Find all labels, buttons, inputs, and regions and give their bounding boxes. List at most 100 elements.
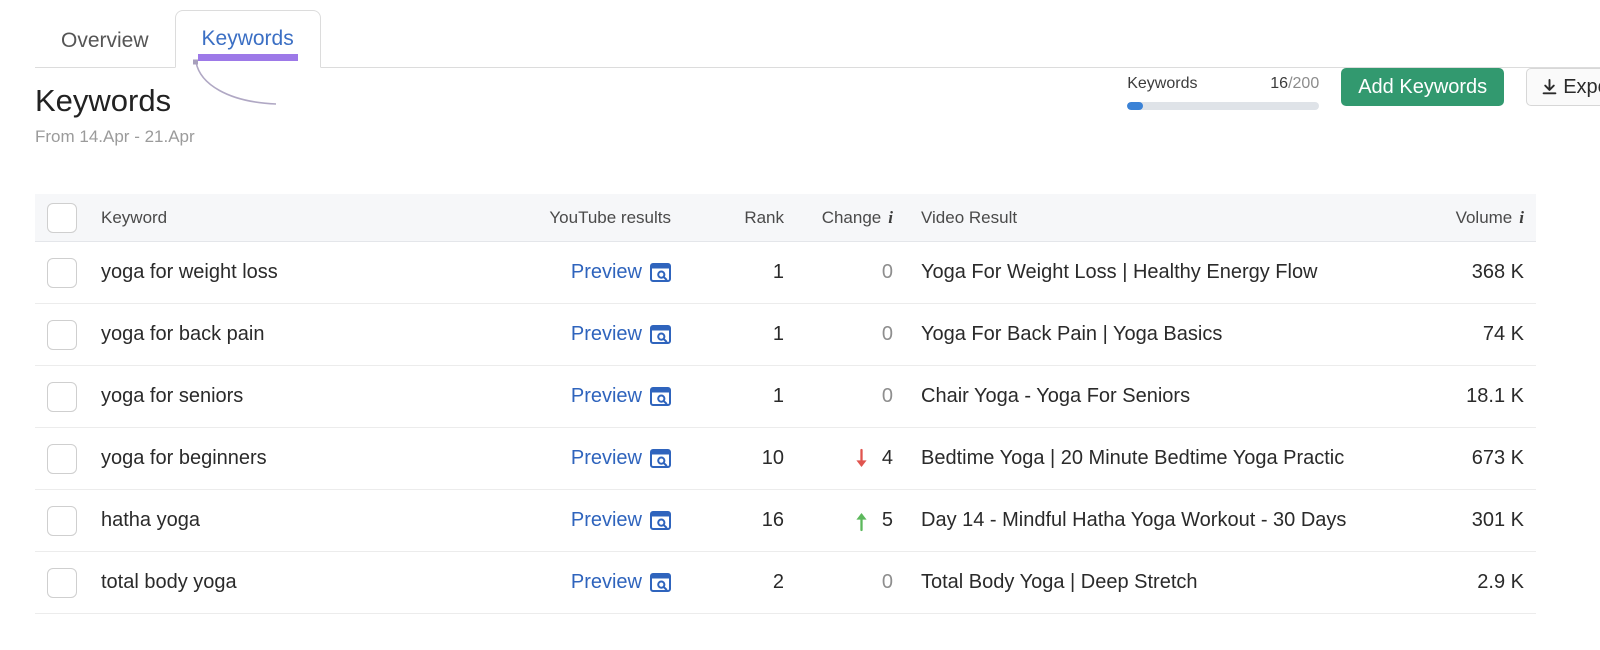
header-video-result-cell[interactable]: Video Result: [899, 208, 1349, 228]
change-value: 0: [881, 261, 893, 283]
page-header: Keywords From 14.Apr - 21.Apr Keywords 1…: [0, 68, 1600, 172]
keywords-table: Keyword YouTube results Rank Change i Vi…: [35, 194, 1536, 614]
row-checkbox[interactable]: [47, 567, 77, 598]
window-search-icon: [650, 573, 671, 592]
row-checkbox[interactable]: [47, 443, 77, 474]
video-result-title: Chair Yoga - Yoga For Seniors: [921, 385, 1191, 407]
row-keyword-cell: yoga for beginners: [101, 447, 516, 470]
preview-label: Preview: [570, 261, 642, 283]
row-volume-cell: 18.1 K: [1349, 385, 1536, 408]
header-keyword-cell[interactable]: Keyword: [101, 208, 516, 228]
header-select-cell: [35, 202, 101, 233]
row-rank-cell: 10: [671, 447, 784, 470]
row-youtube-results-cell: Preview: [516, 261, 671, 284]
keyword-text: yoga for back pain: [101, 323, 265, 345]
table-header-row: Keyword YouTube results Rank Change i Vi…: [35, 194, 1536, 242]
preview-label: Preview: [570, 323, 642, 345]
row-select-cell: [35, 381, 101, 412]
row-select-cell: [35, 257, 101, 288]
row-rank-cell: 2: [671, 571, 784, 594]
preview-link[interactable]: Preview: [571, 323, 671, 346]
table-row[interactable]: total body yoga Preview 2 0 Total Body Y…: [35, 552, 1536, 614]
header-toolbar: Keywords 16/200 Add Keywords Export: [1127, 68, 1600, 110]
window-search-icon: [650, 325, 671, 344]
volume-info-icon[interactable]: i: [1519, 208, 1524, 228]
header-youtube-results-label: YouTube results: [549, 207, 671, 227]
video-result-title: Day 14 - Mindful Hatha Yoga Workout - 30…: [921, 509, 1347, 531]
row-keyword-cell: total body yoga: [101, 571, 516, 594]
volume-value: 368 K: [1471, 261, 1524, 283]
quota-used: 16: [1270, 75, 1289, 92]
header-youtube-results-cell[interactable]: YouTube results: [516, 208, 671, 228]
preview-label: Preview: [570, 447, 642, 469]
header-rank-label: Rank: [744, 207, 784, 227]
select-all-checkbox[interactable]: [47, 202, 77, 233]
row-volume-cell: 74 K: [1349, 323, 1536, 346]
tab-overview[interactable]: Overview: [35, 13, 175, 68]
preview-link[interactable]: Preview: [571, 385, 671, 408]
header-volume-label: Volume: [1455, 207, 1513, 227]
row-checkbox[interactable]: [47, 257, 77, 288]
rank-value: 10: [761, 447, 784, 469]
preview-link[interactable]: Preview: [571, 447, 671, 470]
tab-keywords[interactable]: Keywords: [174, 10, 321, 68]
row-checkbox[interactable]: [47, 505, 77, 536]
row-change-cell: 4: [784, 447, 899, 470]
preview-link[interactable]: Preview: [571, 509, 671, 532]
add-keywords-button[interactable]: Add Keywords: [1341, 68, 1505, 106]
preview-link[interactable]: Preview: [571, 571, 671, 594]
row-keyword-cell: yoga for weight loss: [101, 261, 516, 284]
header-change-cell[interactable]: Change i: [784, 208, 899, 228]
table-row[interactable]: yoga for beginners Preview 10 4 Bedtime …: [35, 428, 1536, 490]
table-row[interactable]: yoga for seniors Preview 1 0 Chair Yoga …: [35, 366, 1536, 428]
window-search-icon: [650, 449, 671, 468]
row-keyword-cell: yoga for seniors: [101, 385, 516, 408]
window-search-icon: [650, 387, 671, 406]
row-select-cell: [35, 505, 101, 536]
keyword-text: yoga for beginners: [101, 447, 267, 469]
row-youtube-results-cell: Preview: [516, 323, 671, 346]
row-checkbox[interactable]: [47, 319, 77, 350]
row-change-cell: 5: [784, 509, 899, 532]
row-rank-cell: 1: [671, 385, 784, 408]
table-body: yoga for weight loss Preview 1 0 Yoga Fo…: [35, 242, 1536, 614]
quota-label: Keywords: [1127, 75, 1198, 92]
table-row[interactable]: yoga for back pain Preview 1 0 Yoga For …: [35, 304, 1536, 366]
row-video-result-cell: Day 14 - Mindful Hatha Yoga Workout - 30…: [899, 509, 1349, 532]
table-row[interactable]: hatha yoga Preview 16 5 Day 14 - Mindful…: [35, 490, 1536, 552]
video-result-title: Yoga For Back Pain | Yoga Basics: [921, 323, 1223, 345]
tab-keywords-label: Keywords: [201, 27, 294, 50]
row-checkbox[interactable]: [47, 381, 77, 412]
keyword-quota: Keywords 16/200: [1127, 68, 1320, 110]
table-row[interactable]: yoga for weight loss Preview 1 0 Yoga Fo…: [35, 242, 1536, 304]
row-change-cell: 0: [784, 571, 899, 594]
row-video-result-cell: Total Body Yoga | Deep Stretch: [899, 571, 1349, 594]
rank-value: 1: [772, 323, 784, 345]
change-value: 5: [881, 509, 893, 531]
preview-link[interactable]: Preview: [571, 261, 671, 284]
volume-value: 673 K: [1471, 447, 1524, 469]
change-info-icon[interactable]: i: [888, 208, 893, 228]
quota-total: /200: [1288, 75, 1320, 92]
row-volume-cell: 2.9 K: [1349, 571, 1536, 594]
row-select-cell: [35, 319, 101, 350]
export-button[interactable]: Export: [1526, 68, 1600, 106]
header-volume-cell[interactable]: Volume i: [1349, 208, 1536, 228]
row-select-cell: [35, 567, 101, 598]
change-up-arrow-icon: [856, 512, 867, 531]
row-select-cell: [35, 443, 101, 474]
header-video-result-label: Video Result: [921, 207, 1018, 227]
row-video-result-cell: Yoga For Back Pain | Yoga Basics: [899, 323, 1349, 346]
row-video-result-cell: Yoga For Weight Loss | Healthy Energy Fl…: [899, 261, 1349, 284]
change-value: 0: [881, 571, 893, 593]
volume-value: 18.1 K: [1466, 385, 1524, 407]
preview-label: Preview: [570, 571, 642, 593]
volume-value: 2.9 K: [1477, 571, 1524, 593]
rank-value: 2: [772, 571, 784, 593]
rank-value: 16: [761, 509, 784, 531]
volume-value: 74 K: [1482, 323, 1524, 345]
preview-label: Preview: [570, 385, 642, 407]
date-range-label: From 14.Apr - 21.Apr: [35, 127, 195, 146]
row-keyword-cell: yoga for back pain: [101, 323, 516, 346]
header-rank-cell[interactable]: Rank: [671, 208, 784, 228]
